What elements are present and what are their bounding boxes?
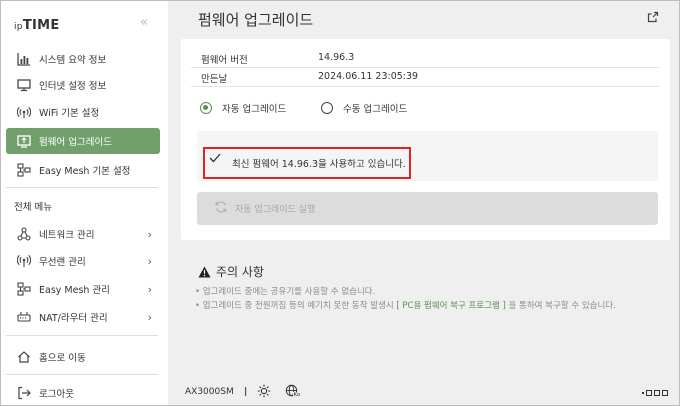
- firmware-version-label: 펌웨어 버전: [201, 55, 248, 66]
- sidebar-divider: [6, 374, 158, 375]
- sidebar-item-home[interactable]: 홈으로 이동: [6, 344, 160, 370]
- sidebar-item-firmware-upgrade[interactable]: 펌웨어 업그레이드: [6, 128, 160, 154]
- view-square: [662, 390, 668, 396]
- wireless-icon: [17, 254, 31, 268]
- firmware-card: 펌웨어 버전 14.96.3 만든날 2024.06.11 23:05:39 자…: [181, 39, 670, 240]
- mesh-icon: [17, 282, 31, 296]
- sidebar-item-wifi-settings[interactable]: WiFi 기본 설정: [6, 99, 160, 125]
- page-title: 펌웨어 업그레이드: [198, 11, 314, 29]
- export-icon[interactable]: [647, 11, 659, 26]
- sidebar-divider: [6, 187, 158, 188]
- radio-selected-icon: [200, 102, 212, 114]
- home-icon: [17, 350, 31, 364]
- main-content: 펌웨어 업그레이드 펌웨어 버전 14.96.3 만든날 2024.06.11 …: [168, 1, 679, 405]
- language-badge: Ko: [293, 392, 301, 398]
- auto-upgrade-radio[interactable]: 자동 업그레이드: [200, 101, 286, 115]
- sidebar-item-logout[interactable]: 로그아웃: [6, 380, 160, 406]
- logout-icon: [17, 386, 31, 400]
- sidebar-item-internet-info[interactable]: 인터넷 설정 정보: [6, 72, 160, 98]
- sidebar: ipTIME « 시스템 요약 정보 인터넷 설정 정보 WiFi 기본 설정 …: [1, 1, 168, 405]
- view-square: [646, 390, 652, 396]
- mesh-icon: [17, 163, 31, 177]
- chevron-right-icon: ›: [147, 282, 152, 296]
- refresh-icon: [214, 200, 228, 217]
- sidebar-item-system-summary[interactable]: 시스템 요약 정보: [6, 46, 160, 72]
- run-auto-upgrade-button[interactable]: 자동 업그레이드 실행: [197, 192, 658, 225]
- manual-upgrade-radio[interactable]: 수동 업그레이드: [321, 101, 407, 115]
- notice-item: • 업그레이드 중에는 공유기를 사용할 수 없습니다.: [195, 287, 376, 297]
- sidebar-item-wireless[interactable]: 무선랜 관리 ›: [6, 248, 160, 274]
- recovery-program-link[interactable]: [ PC용 펌웨어 복구 프로그램 ]: [396, 301, 505, 311]
- chevron-right-icon: ›: [147, 254, 152, 268]
- view-dot: [642, 392, 644, 394]
- notice-item: • 업그레이드 중 전원꺼짐 등의 예기치 못한 동작 발생시 [ PC용 펌웨…: [195, 301, 616, 311]
- info-divider: [191, 67, 660, 68]
- network-icon: [17, 227, 31, 241]
- build-date-value: 2024.06.11 23:05:39: [318, 71, 419, 82]
- language-globe-icon[interactable]: Ko: [285, 384, 301, 402]
- sidebar-item-easymesh-manage[interactable]: Easy Mesh 관리 ›: [6, 276, 160, 302]
- iptime-logo: ipTIME: [14, 18, 60, 33]
- bar-chart-icon: [17, 52, 31, 66]
- model-name: AX3000SM: [185, 387, 234, 397]
- chevron-right-icon: ›: [147, 227, 152, 241]
- chevron-right-icon: ›: [147, 310, 152, 324]
- check-icon: [209, 153, 221, 166]
- radio-unselected-icon: [321, 102, 333, 114]
- firmware-version-value: 14.96.3: [318, 52, 355, 63]
- router-icon: [17, 310, 31, 324]
- sidebar-item-easymesh-settings[interactable]: Easy Mesh 기본 설정: [6, 157, 160, 183]
- sidebar-item-network[interactable]: 네트워크 관리 ›: [6, 221, 160, 247]
- collapse-sidebar-icon[interactable]: «: [140, 15, 148, 30]
- info-divider: [191, 86, 660, 87]
- status-message: 최신 펌웨어 14.96.3을 사용하고 있습니다.: [232, 159, 406, 170]
- build-date-label: 만든날: [201, 74, 228, 85]
- wifi-icon: [17, 105, 31, 119]
- notice-title: 주의 사항: [198, 263, 264, 280]
- all-menu-label: 전체 메뉴: [14, 202, 52, 213]
- brightness-icon[interactable]: [257, 384, 271, 401]
- sidebar-item-nat-router[interactable]: NAT/라우터 관리 ›: [6, 304, 160, 330]
- view-square: [654, 390, 660, 396]
- view-mode-toggle[interactable]: [642, 390, 668, 396]
- warning-icon: [198, 266, 211, 278]
- footer-separator: |: [244, 387, 248, 397]
- monitor-icon: [17, 78, 31, 92]
- firmware-icon: [17, 134, 31, 148]
- sidebar-divider: [6, 335, 158, 336]
